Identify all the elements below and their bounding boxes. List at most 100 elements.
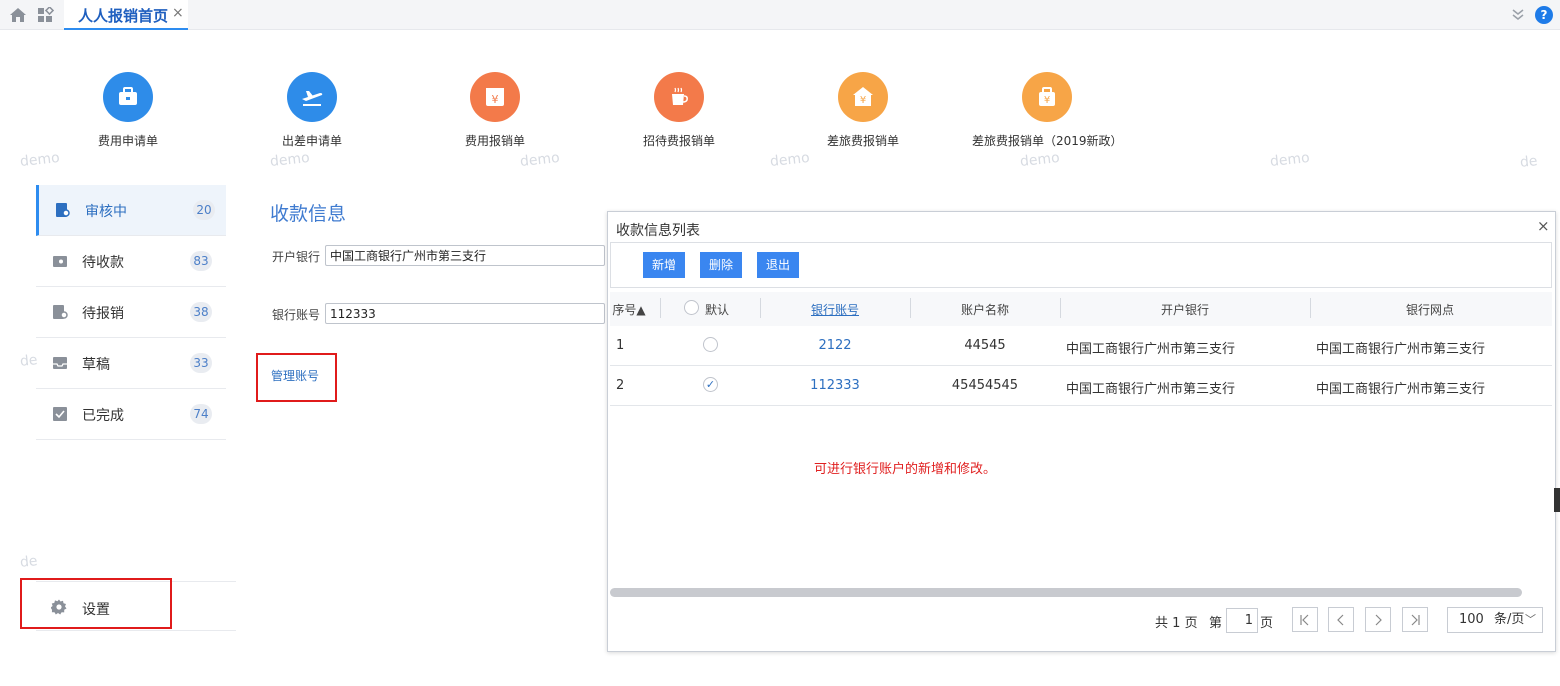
watermark: demo bbox=[19, 149, 61, 171]
column-branch: 银行网点 bbox=[1405, 303, 1454, 317]
shortcut-expense-reimbursement[interactable]: ¥ 费用报销单 bbox=[420, 72, 570, 149]
row-account[interactable]: 112333 bbox=[760, 378, 910, 393]
add-button[interactable]: 新增 bbox=[643, 252, 686, 278]
chevron-right-icon bbox=[1375, 614, 1382, 626]
home-icon[interactable] bbox=[9, 7, 27, 23]
select-all-radio[interactable] bbox=[684, 300, 699, 315]
sidebar-item-reviewing[interactable]: 审核中 20 bbox=[36, 185, 226, 236]
shortcut-label: 差旅费报销单（2019新政） bbox=[972, 134, 1123, 148]
page-size-value: 100 bbox=[1459, 612, 1484, 627]
dialog-title: 收款信息列表 bbox=[616, 223, 700, 239]
bank-input[interactable] bbox=[325, 245, 605, 266]
last-page-icon bbox=[1411, 614, 1420, 626]
table-row[interactable]: 2 ✓ 112333 45454545 中国工商银行广州市第三支行 中国工商银行… bbox=[610, 366, 1552, 406]
row-branch: 中国工商银行广州市第三支行 bbox=[1316, 382, 1486, 397]
row-account-name: 45454545 bbox=[951, 378, 1019, 393]
shortcut-label: 费用申请单 bbox=[97, 134, 158, 148]
sidebar-item-label: 审核中 bbox=[85, 204, 127, 220]
shortcut-expense-application[interactable]: 费用申请单 bbox=[53, 72, 203, 149]
watermark: demo bbox=[769, 149, 811, 171]
chevron-down-icon: ﹀ bbox=[1525, 613, 1536, 626]
sidebar-item-label: 待报销 bbox=[82, 306, 124, 322]
wallet-icon bbox=[53, 256, 67, 267]
dialog-toolbar: 新增 删除 退出 bbox=[610, 242, 1552, 288]
pager-page-suffix: 页 bbox=[1260, 616, 1274, 631]
sidebar: 审核中 20 待收款 83 待报销 38 草稿 33 已完成 74 bbox=[36, 185, 226, 440]
yen-box-icon: ¥ bbox=[470, 72, 520, 122]
shortcut-label: 差旅费报销单 bbox=[826, 134, 899, 148]
next-page-button[interactable] bbox=[1365, 607, 1391, 632]
shortcut-entertainment-reimbursement[interactable]: 招待费报销单 bbox=[604, 72, 754, 149]
pager-text: 1 bbox=[1172, 616, 1181, 631]
sidebar-item-pending-payment[interactable]: 待收款 83 bbox=[36, 236, 226, 287]
default-radio[interactable] bbox=[703, 337, 718, 352]
count-badge: 83 bbox=[190, 251, 212, 271]
shortcut-travel-reimbursement[interactable]: ¥ 差旅费报销单 bbox=[788, 72, 938, 149]
sidebar-item-label: 草稿 bbox=[82, 357, 110, 373]
edge-handle bbox=[1554, 488, 1560, 512]
account-label: 银行账号 bbox=[272, 308, 321, 322]
column-default: 默认 bbox=[704, 303, 729, 317]
tab-home[interactable]: 人人报销首页 × bbox=[64, 0, 188, 30]
pager-page-prefix: 第 bbox=[1209, 616, 1223, 631]
watermark: de bbox=[19, 553, 39, 571]
horizontal-scrollbar[interactable] bbox=[610, 588, 1522, 597]
row-bank: 中国工商银行广州市第三支行 bbox=[1066, 342, 1236, 357]
column-index[interactable]: 序号▲ bbox=[610, 301, 648, 318]
tab-close-icon[interactable]: × bbox=[172, 5, 184, 21]
briefcase-icon bbox=[103, 72, 153, 122]
sidebar-item-pending-reimbursement[interactable]: 待报销 38 bbox=[36, 287, 226, 338]
review-icon bbox=[56, 203, 70, 217]
row-index: 1 bbox=[616, 338, 625, 353]
pending-doc-icon bbox=[53, 305, 68, 319]
help-icon[interactable]: ? bbox=[1535, 6, 1553, 24]
bank-label: 开户银行 bbox=[272, 250, 321, 264]
shortcut-travel-application[interactable]: 出差申请单 bbox=[237, 72, 387, 149]
page-number-input[interactable]: 1 bbox=[1226, 608, 1258, 633]
sidebar-item-label: 已完成 bbox=[82, 408, 124, 424]
account-input[interactable] bbox=[325, 303, 605, 324]
pager-text: 页 bbox=[1184, 616, 1198, 631]
svg-text:¥: ¥ bbox=[1044, 95, 1050, 106]
sidebar-item-completed[interactable]: 已完成 74 bbox=[36, 389, 226, 440]
watermark: demo bbox=[1019, 149, 1061, 171]
exit-button[interactable]: 退出 bbox=[757, 252, 800, 278]
sidebar-item-label: 待收款 bbox=[82, 255, 124, 271]
delete-button[interactable]: 删除 bbox=[700, 252, 743, 278]
pager-total: 共 1 页 bbox=[1155, 612, 1198, 631]
pager-text: 共 bbox=[1155, 616, 1169, 631]
check-mark: ✓ bbox=[705, 378, 716, 391]
shortcut-travel-reimbursement-2019[interactable]: ¥ 差旅费报销单（2019新政） bbox=[972, 72, 1123, 149]
row-bank: 中国工商银行广州市第三支行 bbox=[1066, 382, 1236, 397]
completed-icon bbox=[53, 407, 67, 421]
hint-text: 可进行银行账户的新增和修改。 bbox=[814, 462, 997, 477]
column-divider bbox=[660, 298, 661, 318]
account-list-dialog: 收款信息列表 × 新增 删除 退出 序号▲ 默认 银行账号 账户名称 开户银行 … bbox=[607, 211, 1556, 652]
row-branch: 中国工商银行广州市第三支行 bbox=[1316, 342, 1486, 357]
first-page-button[interactable] bbox=[1292, 607, 1318, 632]
inbox-icon bbox=[53, 357, 67, 369]
double-chevron-down-icon[interactable] bbox=[1510, 7, 1526, 23]
airplane-icon bbox=[287, 72, 337, 122]
close-icon[interactable]: × bbox=[1537, 217, 1550, 235]
prev-page-button[interactable] bbox=[1328, 607, 1354, 632]
row-account[interactable]: 2122 bbox=[760, 338, 910, 353]
section-title: 收款信息 bbox=[270, 203, 347, 225]
default-radio-checked[interactable]: ✓ bbox=[703, 377, 718, 392]
watermark: demo bbox=[519, 149, 561, 171]
column-bank: 开户银行 bbox=[1160, 303, 1209, 317]
count-badge: 74 bbox=[190, 404, 212, 424]
last-page-button[interactable] bbox=[1402, 607, 1428, 632]
chevron-left-icon bbox=[1337, 614, 1344, 626]
sidebar-item-drafts[interactable]: 草稿 33 bbox=[36, 338, 226, 389]
page-size-select[interactable]: 100 条/页 ﹀ bbox=[1447, 607, 1543, 633]
table-row[interactable]: 1 2122 44545 中国工商银行广州市第三支行 中国工商银行广州市第三支行 bbox=[610, 326, 1552, 366]
page-size-unit: 条/页 bbox=[1493, 612, 1525, 627]
shortcut-label: 费用报销单 bbox=[464, 134, 525, 148]
column-account[interactable]: 银行账号 bbox=[760, 301, 910, 318]
yen-bag-icon: ¥ bbox=[1022, 72, 1072, 122]
count-badge: 20 bbox=[193, 200, 215, 220]
shortcut-label: 出差申请单 bbox=[281, 134, 342, 148]
svg-text:¥: ¥ bbox=[492, 93, 499, 106]
apps-grid-icon[interactable] bbox=[37, 7, 55, 23]
